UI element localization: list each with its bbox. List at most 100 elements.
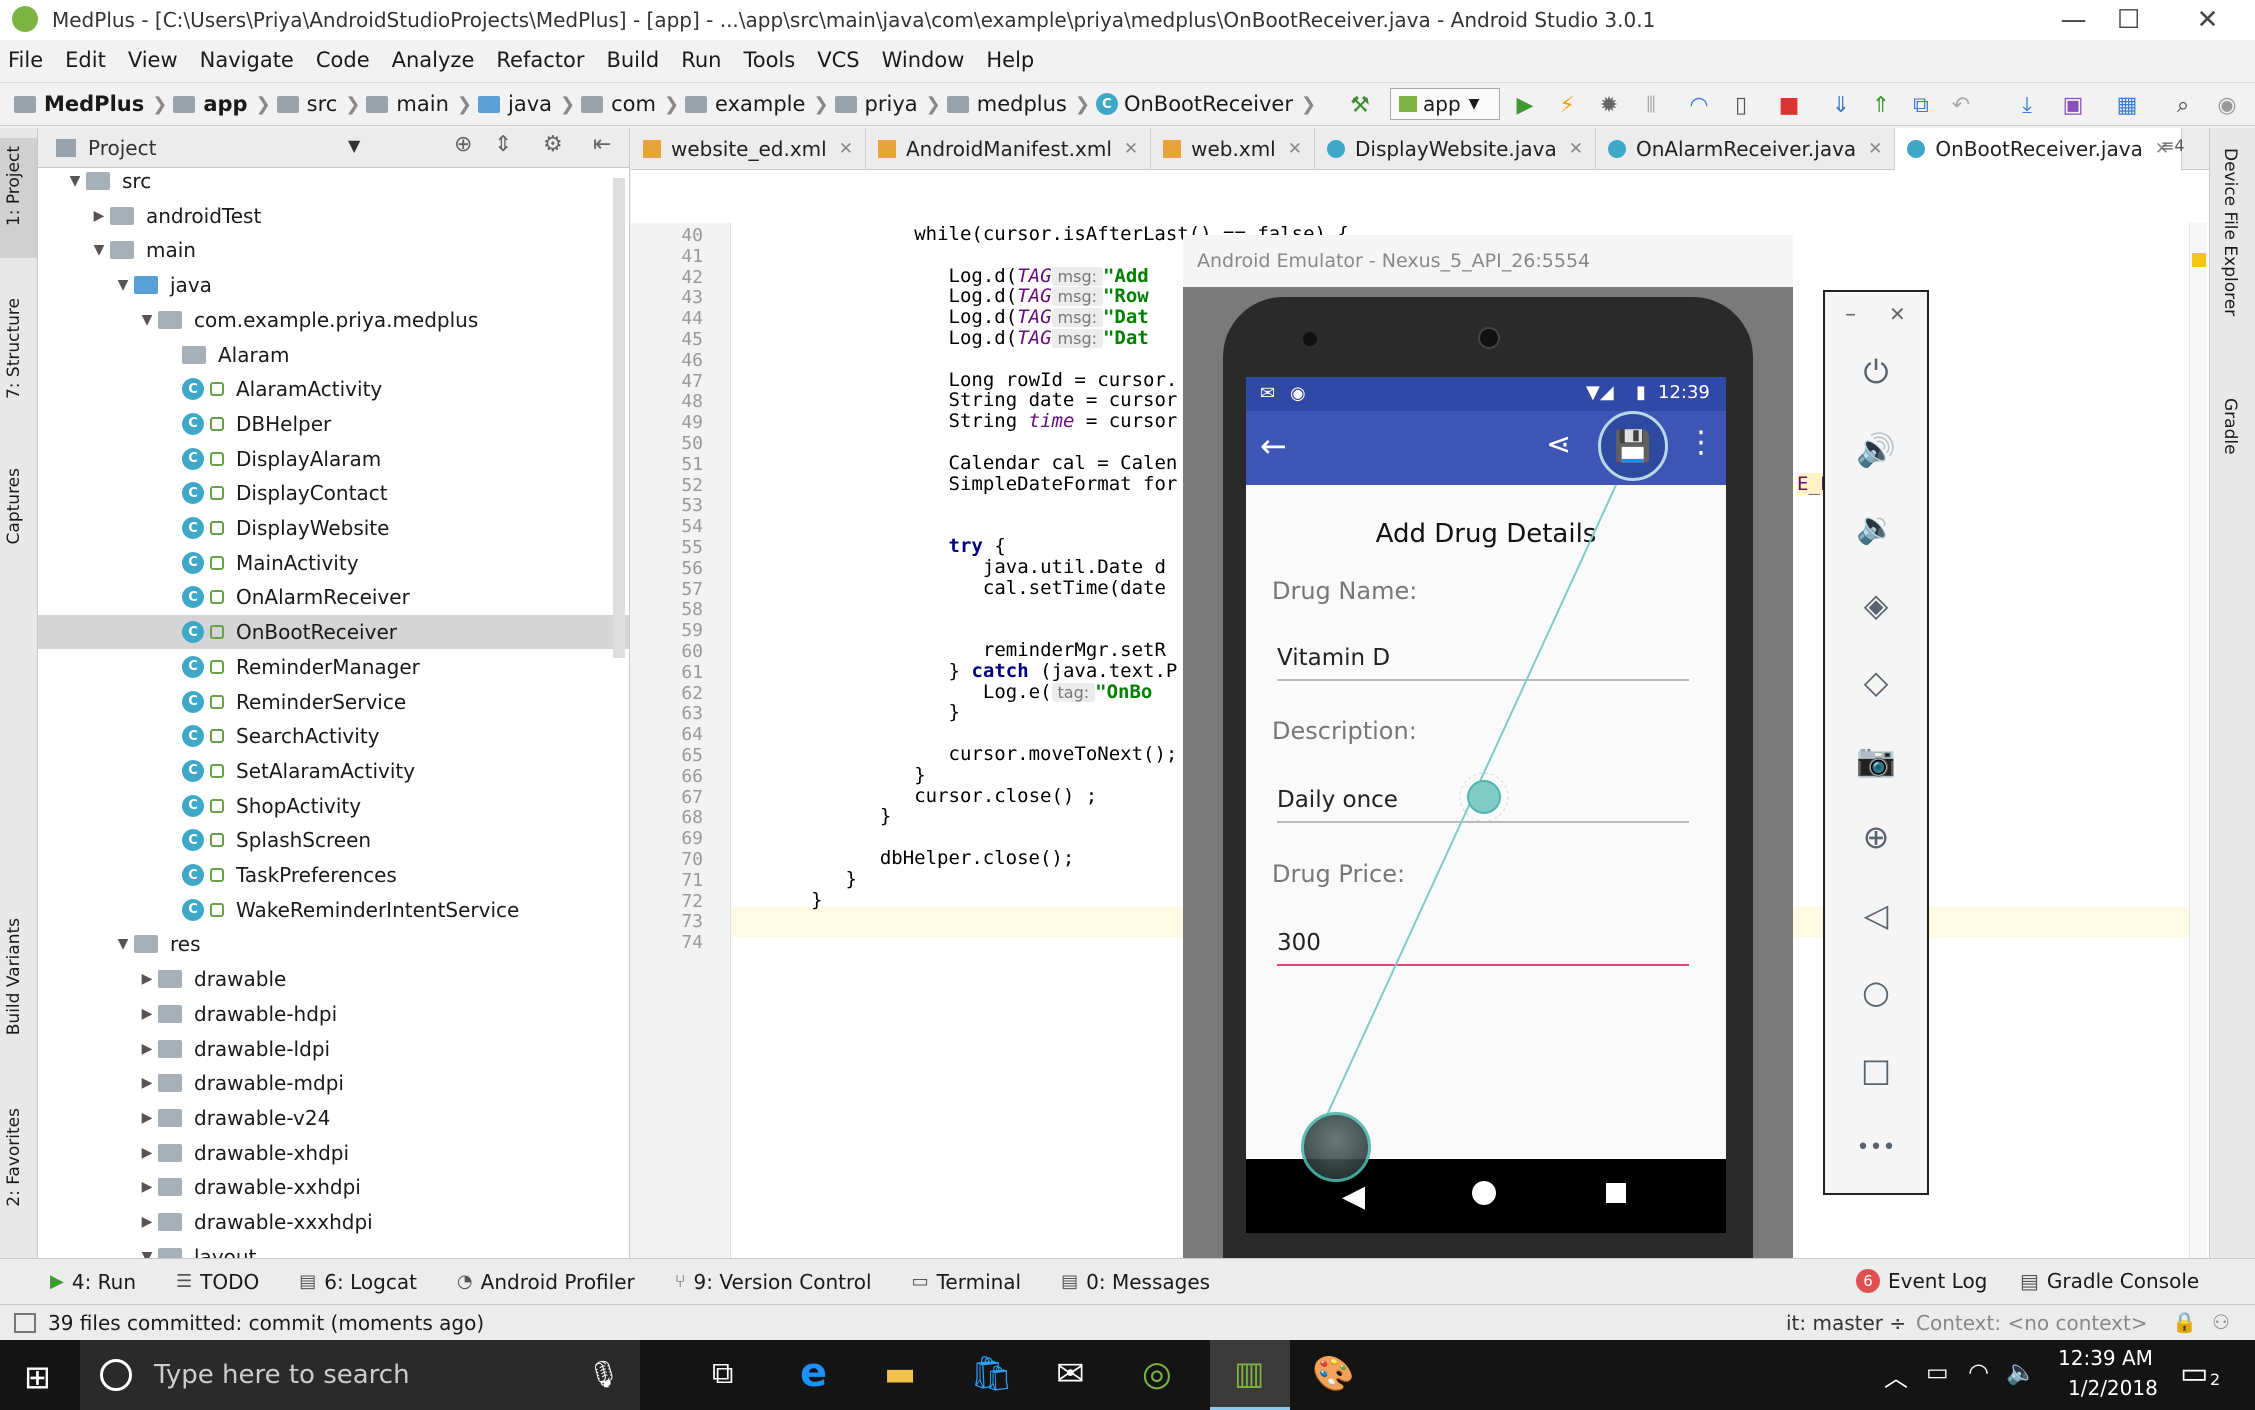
power-icon[interactable]: ⏻ [1825, 352, 1927, 392]
editor-tab[interactable]: DisplayWebsite.java ✕ [1315, 128, 1596, 170]
close-tab-icon[interactable]: ✕ [1569, 139, 1583, 159]
editor-tab[interactable]: OnAlarmReceiver.java ✕ [1596, 128, 1896, 170]
apply-changes-icon[interactable]: ⚡ [1552, 90, 1582, 120]
code-line[interactable]: } [949, 701, 960, 723]
tree-item[interactable]: C ReminderManager [38, 650, 629, 684]
menu-vcs[interactable]: VCS [817, 48, 859, 72]
code-line[interactable]: } catch (java.text.P [949, 660, 1178, 682]
tree-item[interactable]: ▼ com.example.priya.medplus [38, 303, 629, 337]
collapse-arrow-icon[interactable]: ▼ [112, 277, 134, 293]
code-line[interactable]: Log.d(TAG msg: "Dat [949, 306, 1149, 328]
code-line[interactable]: String time = cursor [949, 410, 1178, 432]
code-line[interactable]: java.util.Date d [983, 556, 1166, 578]
tree-item[interactable]: C OnAlarmReceiver [38, 580, 629, 614]
menu-refactor[interactable]: Refactor [496, 48, 584, 72]
tool-gradle[interactable]: Gradle [2220, 398, 2240, 455]
code-line[interactable]: String date = cursor [949, 389, 1178, 411]
tree-item[interactable]: ▼ layout [38, 1240, 629, 1258]
menu-window[interactable]: Window [882, 48, 965, 72]
expand-arrow-icon[interactable]: ▶ [88, 208, 110, 224]
bottom-tab[interactable]: ▤ 0: Messages [1061, 1270, 1210, 1294]
volume-down-icon[interactable]: 🔉 [1825, 507, 1927, 547]
battery-icon[interactable]: ▭ [1926, 1358, 1949, 1386]
tree-item[interactable]: C WakeReminderIntentService [38, 893, 629, 927]
tree-item[interactable]: ▶ drawable [38, 962, 629, 996]
tree-item[interactable]: C DisplayAlaram [38, 442, 629, 476]
tree-item[interactable]: C TaskPreferences [38, 858, 629, 892]
breadcrumb-item[interactable]: MedPlus ❯ [14, 92, 167, 116]
code-line[interactable]: Calendar cal = Calen [949, 452, 1178, 474]
tool-device-file-explorer[interactable]: Device File Explorer [2220, 148, 2240, 316]
code-line[interactable]: try { [949, 535, 1006, 557]
collapse-arrow-icon[interactable]: ▼ [88, 242, 110, 258]
code-line[interactable]: cursor.moveToNext(); [949, 743, 1178, 765]
tree-item[interactable]: C MainActivity [38, 546, 629, 580]
menu-build[interactable]: Build [606, 48, 659, 72]
tree-item[interactable]: C SearchActivity [38, 719, 629, 753]
expand-arrow-icon[interactable]: ▶ [136, 971, 158, 987]
inspector-icon[interactable]: ⚇ [2212, 1310, 2230, 1334]
gradle-console-tab[interactable]: ▤ Gradle Console [2020, 1269, 2199, 1293]
target-icon[interactable]: ⊕ [454, 132, 472, 157]
lock-icon[interactable]: 🔒 [2172, 1310, 2197, 1334]
code-line[interactable]: Log.e(tag: "OnBo [983, 681, 1152, 703]
expand-arrow-icon[interactable]: ▶ [136, 1006, 158, 1022]
gear-icon[interactable]: ⚙ [543, 132, 563, 157]
close-button[interactable]: ✕ [2175, 0, 2240, 40]
code-line[interactable]: Log.d(TAG msg: "Row [949, 285, 1149, 307]
tree-item[interactable]: ▼ res [38, 927, 629, 961]
code-line[interactable]: cursor.close() ; [914, 785, 1097, 807]
menu-edit[interactable]: Edit [65, 48, 106, 72]
task-view-icon[interactable]: ⧉ [712, 1356, 733, 1391]
windows-start-icon[interactable]: ⊞ [24, 1358, 51, 1396]
vcs-compare-icon[interactable]: ⧉ [1906, 90, 1936, 120]
tree-item[interactable]: ▼ main [38, 233, 629, 267]
android-studio-taskbar-icon[interactable]: ◎ [1142, 1354, 1172, 1394]
menu-file[interactable]: File [8, 48, 43, 72]
user-icon[interactable]: ◉ [2212, 90, 2242, 120]
overview-icon[interactable]: □ [1825, 1050, 1927, 1090]
tree-item[interactable]: Alaram [38, 338, 629, 372]
code-line[interactable]: SimpleDateFormat for [949, 473, 1178, 495]
close-tab-icon[interactable]: ✕ [1288, 139, 1302, 159]
tree-item[interactable]: C ReminderService [38, 685, 629, 719]
tree-item[interactable]: ▶ drawable-xxxhdpi [38, 1205, 629, 1239]
tree-item[interactable]: ▶ drawable-xxhdpi [38, 1170, 629, 1204]
run-icon[interactable]: ▶ [1510, 90, 1540, 120]
hide-panel-icon[interactable]: ⇤ [593, 132, 611, 157]
home-icon[interactable]: ○ [1825, 972, 1927, 1012]
file-explorer-icon[interactable]: ▬ [884, 1354, 916, 1394]
attach-debugger-icon[interactable]: ⫴ [1636, 90, 1666, 120]
vcs-commit-icon[interactable]: ⇑ [1866, 90, 1896, 120]
bottom-tab[interactable]: ▤ 6: Logcat [299, 1270, 417, 1294]
code-line[interactable]: dbHelper.close(); [880, 847, 1074, 869]
sdk-manager-icon[interactable]: ⤓ [2012, 90, 2042, 120]
breadcrumb-item[interactable]: main ❯ [366, 92, 472, 116]
tree-item[interactable]: ▶ drawable-xhdpi [38, 1136, 629, 1170]
mail-icon[interactable]: ✉ [1056, 1354, 1085, 1394]
tool-captures[interactable]: Captures [4, 468, 24, 544]
code-line[interactable]: reminderMgr.setR [983, 639, 1166, 661]
breadcrumb-item[interactable]: com ❯ [581, 92, 679, 116]
menu-view[interactable]: View [128, 48, 178, 72]
code-line[interactable]: cal.setTime(date [983, 577, 1166, 599]
microphone-icon[interactable]: 🎙 [587, 1360, 620, 1390]
tree-item[interactable]: C DisplayWebsite [38, 511, 629, 545]
clock-date[interactable]: 1/2/2018 [2068, 1376, 2158, 1400]
collapse-arrow-icon[interactable]: ▼ [112, 936, 134, 952]
tree-item[interactable]: C SetAlaramActivity [38, 754, 629, 788]
bottom-tab[interactable]: ⑂ 9: Version Control [675, 1270, 872, 1294]
editor-tab[interactable]: web.xml ✕ [1151, 128, 1315, 170]
code-line[interactable]: } [811, 889, 822, 911]
nav-recents-icon[interactable] [1606, 1183, 1626, 1203]
edge-icon[interactable]: e [800, 1350, 827, 1396]
breadcrumb-item[interactable]: java ❯ [478, 92, 575, 116]
tree-item[interactable]: ▼ src [38, 164, 629, 198]
paint-icon[interactable]: 🎨 [1312, 1354, 1354, 1394]
avd-manager-icon[interactable]: ▯ [1726, 90, 1756, 120]
code-line[interactable]: Log.d(TAG msg: "Add [949, 265, 1149, 287]
wifi-icon[interactable]: ◠ [1968, 1358, 1989, 1386]
clock-time[interactable]: 12:39 AM [2058, 1346, 2153, 1370]
tree-item[interactable]: ▶ androidTest [38, 199, 629, 233]
tool-project[interactable]: 1: Project [4, 146, 24, 226]
